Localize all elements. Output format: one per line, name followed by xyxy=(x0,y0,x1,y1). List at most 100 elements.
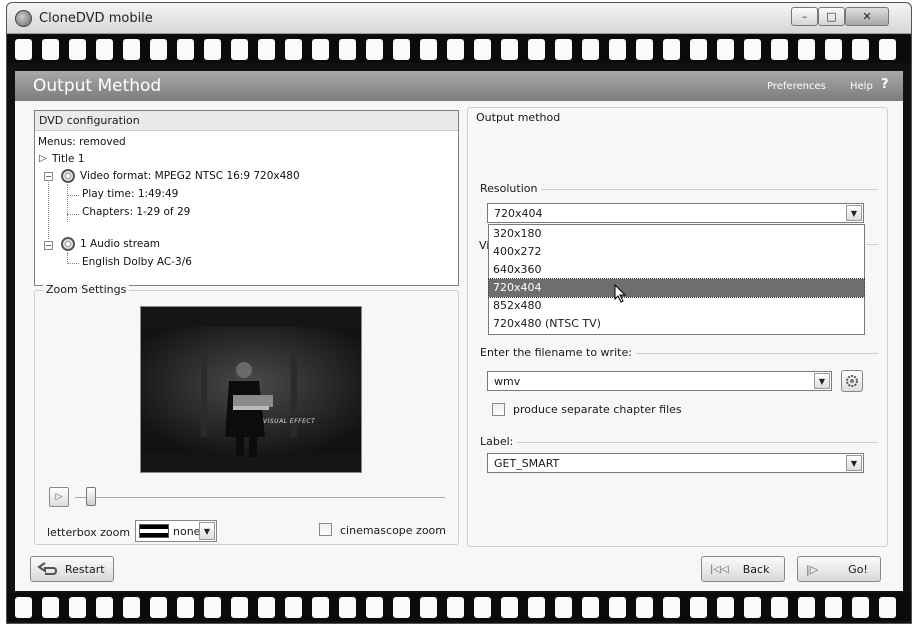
disc-icon xyxy=(61,169,75,183)
film-hole xyxy=(447,38,464,60)
zoom-settings-group: Zoom Settings VISUAL EFFECT ▷ letterbox … xyxy=(34,283,459,545)
collapse-icon[interactable]: − xyxy=(44,172,53,181)
film-hole xyxy=(798,596,815,618)
film-hole xyxy=(69,596,86,618)
film-hole xyxy=(528,596,545,618)
film-hole xyxy=(150,38,167,60)
filename-value: wmv xyxy=(494,375,521,388)
help-question-icon[interactable]: ? xyxy=(881,77,889,92)
tree-item-audio-stream[interactable]: 1 Audio stream xyxy=(80,238,160,250)
resolution-option[interactable]: 720x480 (NTSC TV) xyxy=(489,315,864,333)
restart-button[interactable]: Restart xyxy=(30,556,114,582)
film-hole xyxy=(717,38,734,60)
filename-label: Enter the filename to write: xyxy=(480,346,636,359)
menus-status: Menus: removed xyxy=(38,136,126,148)
tree-item-title[interactable]: Title 1 xyxy=(52,153,85,165)
film-strip-bottom xyxy=(7,593,911,621)
film-hole xyxy=(420,596,437,618)
resolution-dropdown[interactable]: 720x404 ▼ xyxy=(487,203,864,223)
close-button[interactable]: ✕ xyxy=(845,7,889,26)
film-hole xyxy=(123,38,140,60)
maximize-button[interactable]: □ xyxy=(818,7,845,26)
go-label: Go! xyxy=(848,562,868,576)
resolution-options-list[interactable]: 320x180 400x272 640x360 720x404 852x480 … xyxy=(488,224,865,335)
chevron-down-icon[interactable]: ▼ xyxy=(846,205,862,221)
separate-chapters-label: produce separate chapter files xyxy=(513,403,682,416)
film-hole xyxy=(15,596,32,618)
audio-disc-icon xyxy=(61,237,75,251)
seek-slider-thumb[interactable] xyxy=(86,487,96,506)
mouse-cursor-icon xyxy=(614,284,627,303)
cinemascope-zoom-label: cinemascope zoom xyxy=(340,524,447,537)
separate-chapters-checkbox[interactable] xyxy=(492,403,505,416)
seek-slider-track[interactable] xyxy=(75,497,445,498)
letterbox-zoom-dropdown[interactable]: none ▼ xyxy=(135,520,217,542)
minimize-icon: – xyxy=(801,10,808,23)
dvd-configuration-panel: DVD configuration Menus: removed ▷ Title… xyxy=(34,110,459,286)
film-hole xyxy=(393,38,410,60)
film-hole xyxy=(150,596,167,618)
film-hole xyxy=(123,596,140,618)
film-hole xyxy=(339,596,356,618)
filename-combobox[interactable]: wmv ▼ xyxy=(487,371,832,391)
film-hole xyxy=(555,596,572,618)
film-hole xyxy=(69,38,86,60)
letterbox-zoom-value: none xyxy=(173,524,201,538)
letterbox-zoom-label: letterbox zoom xyxy=(47,526,131,539)
film-hole xyxy=(501,38,518,60)
letterbox-preview-icon xyxy=(139,524,169,538)
browse-file-button[interactable] xyxy=(841,370,863,392)
page-title: Output Method xyxy=(33,76,162,96)
disc-label-value: GET_SMART xyxy=(494,457,560,470)
film-hole xyxy=(690,38,707,60)
film-hole xyxy=(474,38,491,60)
tree-item-play-time: Play time: 1:49:49 xyxy=(82,188,179,200)
resolution-option[interactable]: 320x180 xyxy=(489,225,864,243)
resolution-option[interactable]: 640x360 xyxy=(489,261,864,279)
resolution-option[interactable]: 400x272 xyxy=(489,243,864,261)
film-hole xyxy=(15,38,32,60)
output-method-label: Output method xyxy=(476,111,561,124)
film-hole xyxy=(366,38,383,60)
film-hole xyxy=(636,38,653,60)
tree-item-video-format[interactable]: Video format: MPEG2 NTSC 16:9 720x480 xyxy=(80,170,300,182)
back-button[interactable]: |◁◁ Back xyxy=(701,556,785,582)
close-icon: ✕ xyxy=(862,10,872,23)
preferences-link[interactable]: Preferences xyxy=(767,81,826,92)
cinemascope-zoom-checkbox[interactable] xyxy=(319,523,332,536)
preview-caption: VISUAL EFFECT xyxy=(263,418,316,425)
film-hole xyxy=(771,596,788,618)
go-button[interactable]: |▷ Go! xyxy=(797,556,881,582)
minimize-button[interactable]: – xyxy=(791,7,818,26)
film-hole xyxy=(204,38,221,60)
film-hole xyxy=(501,596,518,618)
resolution-option-selected[interactable]: 720x404 xyxy=(488,278,865,298)
film-hole xyxy=(312,38,329,60)
play-button[interactable]: ▷ xyxy=(49,487,69,507)
film-hole xyxy=(366,596,383,618)
disc-label-dropdown[interactable]: GET_SMART ▼ xyxy=(487,453,864,473)
expand-arrow-icon[interactable]: ▷ xyxy=(39,153,47,164)
collapse-icon[interactable]: − xyxy=(44,241,53,250)
play-icon: ▷ xyxy=(55,492,63,502)
chevron-down-icon[interactable]: ▼ xyxy=(814,373,830,389)
help-link[interactable]: Help xyxy=(850,81,873,92)
film-hole xyxy=(582,596,599,618)
film-hole xyxy=(177,38,194,60)
film-hole xyxy=(798,38,815,60)
chevron-down-icon[interactable]: ▼ xyxy=(199,522,215,540)
resolution-option[interactable]: 852x480 xyxy=(489,297,864,315)
film-hole xyxy=(528,38,545,60)
film-hole xyxy=(42,38,59,60)
film-hole xyxy=(825,38,842,60)
title-bar[interactable]: CloneDVD mobile – □ ✕ xyxy=(7,3,911,34)
film-hole xyxy=(474,596,491,618)
film-hole xyxy=(852,596,869,618)
film-hole xyxy=(312,596,329,618)
film-hole xyxy=(771,38,788,60)
film-hole xyxy=(204,596,221,618)
film-hole xyxy=(42,596,59,618)
film-hole xyxy=(393,596,410,618)
clonedvd-logo-icon xyxy=(15,10,32,27)
chevron-down-icon[interactable]: ▼ xyxy=(846,455,862,471)
